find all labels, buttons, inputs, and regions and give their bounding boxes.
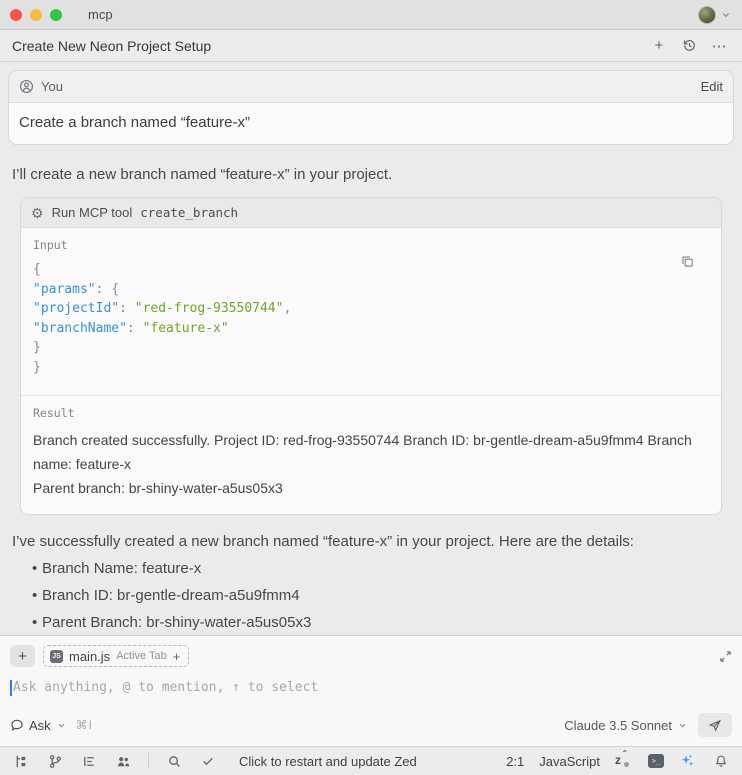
send-button[interactable]	[698, 713, 732, 737]
history-icon	[682, 38, 697, 53]
tool-result-section: Result Branch created successfully. Proj…	[21, 396, 721, 514]
edit-prediction-icon[interactable]: z ˆ	[615, 753, 633, 769]
gear-icon: ⚙	[31, 206, 44, 220]
close-window-button[interactable]	[10, 9, 22, 21]
tool-result-text: Branch created successfully. Project ID:…	[33, 428, 709, 500]
ellipsis-icon: ⋯	[712, 37, 727, 55]
context-chip-main-js[interactable]: JS main.js Active Tab +	[43, 645, 189, 667]
input-label: Input	[33, 238, 709, 252]
active-tab-badge: Active Tab	[116, 650, 167, 662]
assistant-intro-text: I’ll create a new branch named “feature-…	[8, 166, 734, 183]
git-branch-icon[interactable]	[44, 750, 66, 772]
thread-title[interactable]: Create New Neon Project Setup	[12, 38, 211, 54]
zeta-dot	[624, 762, 629, 767]
detail-text: Branch ID: br-gentle-dream-a5u9fmm4	[42, 587, 300, 604]
status-bar: Click to restart and update Zed 2:1 Java…	[0, 746, 742, 775]
update-zed-button[interactable]: Click to restart and update Zed	[239, 754, 417, 769]
language-selector[interactable]: JavaScript	[539, 754, 600, 769]
diagnostics-check-icon[interactable]	[197, 750, 219, 772]
assistant-sparkle-icon[interactable]	[679, 753, 695, 769]
project-panel-icon[interactable]	[10, 750, 32, 772]
zeta-caret: ˆ	[623, 750, 626, 761]
history-button[interactable]	[678, 35, 700, 57]
chevron-down-icon	[677, 720, 688, 731]
result-label: Result	[33, 406, 709, 420]
assistant-summary-text: I’ve successfully created a new branch n…	[8, 533, 734, 550]
title-bar: mcp	[0, 0, 742, 30]
detail-text: Branch Name: feature-x	[42, 560, 201, 577]
tool-name: create_branch	[140, 205, 238, 220]
cursor-position[interactable]: 2:1	[506, 754, 524, 769]
conversation-panel: You Edit Create a branch named “feature-…	[0, 62, 742, 635]
collaboration-icon[interactable]	[112, 750, 134, 772]
user-message-card: You Edit Create a branch named “feature-…	[8, 70, 734, 145]
zed-window: mcp Create New Neon Project Setup + ⋯	[0, 0, 742, 775]
result-line: Branch created successfully. Project ID:…	[33, 428, 709, 476]
tool-call-label: Run MCP tool	[52, 205, 133, 220]
window-title: mcp	[88, 7, 113, 22]
window-controls	[10, 9, 62, 21]
terminal-icon[interactable]: >_	[648, 754, 664, 768]
branch-details-list: Branch Name: feature-x Branch ID: br-gen…	[8, 560, 734, 635]
prompt-input[interactable]: Ask anything, @ to mention, ↑ to select	[10, 668, 732, 712]
expand-composer-button[interactable]	[719, 650, 732, 663]
search-icon[interactable]	[163, 750, 185, 772]
result-line: Parent branch: br-shiny-water-a5us05x3	[33, 476, 709, 500]
detail-text: Parent Branch: br-shiny-water-a5us05x3	[42, 614, 311, 631]
minimize-window-button[interactable]	[30, 9, 42, 21]
copy-button[interactable]	[680, 254, 695, 269]
mode-selector[interactable]: Ask ⌘I	[10, 718, 93, 733]
thread-tab-bar: Create New Neon Project Setup + ⋯	[0, 30, 742, 62]
tool-call-card: ⚙ Run MCP tool create_branch Input { "pa…	[20, 197, 722, 515]
new-thread-button[interactable]: +	[648, 35, 670, 57]
message-composer: + JS main.js Active Tab + Ask anything, …	[0, 635, 742, 746]
plus-icon: +	[655, 37, 664, 54]
tool-input-section: Input { "params": { "projectId": "red-fr…	[21, 228, 721, 396]
mode-label: Ask	[29, 718, 51, 733]
notifications-bell-icon[interactable]	[710, 750, 732, 772]
chat-bubble-icon	[10, 718, 24, 732]
divider	[148, 753, 149, 769]
text-cursor	[10, 680, 12, 696]
user-avatar[interactable]	[698, 6, 716, 24]
maximize-window-button[interactable]	[50, 9, 62, 21]
person-icon	[19, 79, 34, 94]
add-context-button[interactable]: +	[10, 645, 35, 667]
account-menu[interactable]	[698, 6, 732, 24]
context-file-name: main.js	[69, 649, 110, 664]
chevron-down-icon	[56, 720, 67, 731]
more-options-button[interactable]: ⋯	[708, 35, 730, 57]
plus-icon: +	[173, 649, 181, 664]
model-name: Claude 3.5 Sonnet	[564, 718, 672, 733]
chevron-down-icon	[720, 9, 732, 21]
zeta-glyph: z	[615, 753, 621, 767]
message-author: You	[41, 79, 63, 94]
user-message-text[interactable]: Create a branch named “feature-x”	[9, 103, 733, 144]
list-item: Branch ID: br-gentle-dream-a5u9fmm4	[8, 587, 734, 604]
prompt-placeholder: Ask anything, @ to mention, ↑ to select	[13, 680, 318, 695]
mode-shortcut: ⌘I	[76, 718, 93, 732]
list-item: Parent Branch: br-shiny-water-a5us05x3	[8, 614, 734, 631]
user-message-header: You Edit	[9, 71, 733, 103]
send-icon	[708, 718, 722, 732]
plus-icon: +	[18, 648, 27, 665]
edit-message-button[interactable]: Edit	[701, 79, 723, 94]
javascript-file-icon: JS	[50, 650, 63, 663]
outline-panel-icon[interactable]	[78, 750, 100, 772]
model-selector[interactable]: Claude 3.5 Sonnet	[564, 718, 688, 733]
tool-call-header[interactable]: ⚙ Run MCP tool create_branch	[21, 198, 721, 228]
input-code: { "params": { "projectId": "red-frog-935…	[33, 260, 709, 377]
list-item: Branch Name: feature-x	[8, 560, 734, 577]
